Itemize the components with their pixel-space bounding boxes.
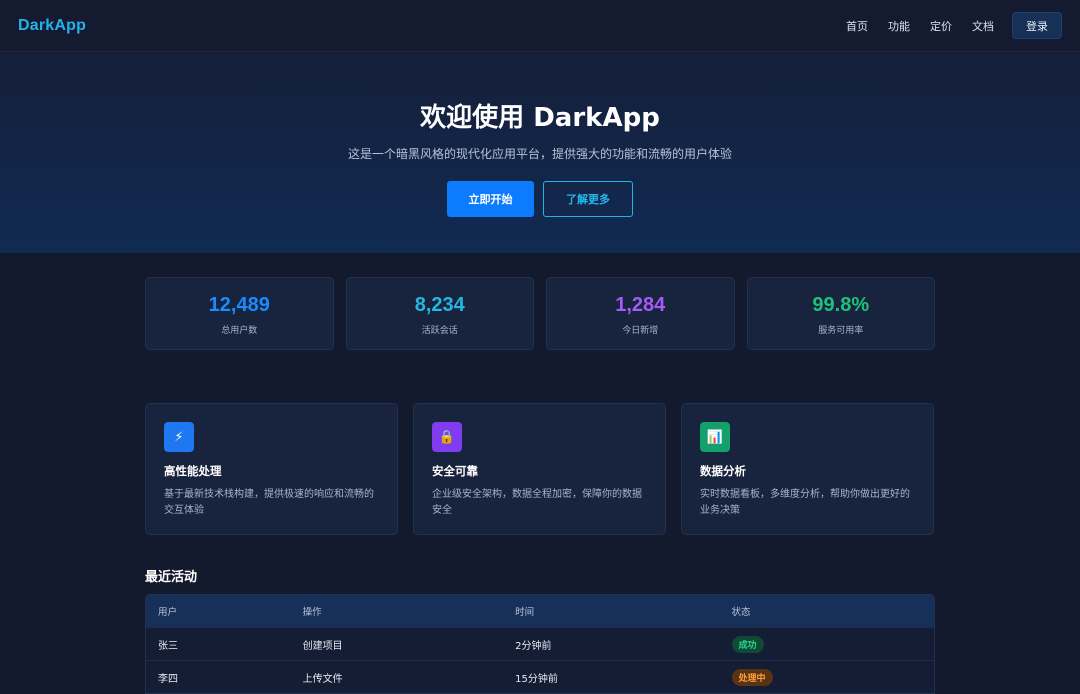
stat-label: 服务可用率 <box>818 326 864 336</box>
cell-status: 成功 <box>720 635 934 653</box>
table-row[interactable]: 张三 创建项目 2分钟前 成功 <box>146 627 934 660</box>
cell-action: 上传文件 <box>302 673 343 685</box>
stats-row: 12,489 总用户数 8,234 活跃会话 1,284 今日新增 99.8% … <box>145 277 935 350</box>
lightning-icon: ⚡ <box>164 422 194 452</box>
column-header-action: 操作 <box>302 607 322 618</box>
nav-link-features[interactable]: 功能 <box>888 18 910 34</box>
nav-link-docs[interactable]: 文档 <box>972 18 994 34</box>
cell-action: 创建项目 <box>302 640 343 652</box>
stat-card-new-today: 1,284 今日新增 <box>546 277 735 350</box>
cell-time: 2分钟前 <box>515 640 552 652</box>
cell-user: 李四 <box>158 673 178 685</box>
feature-title: 安全可靠 <box>432 464 478 478</box>
stat-value: 8,234 <box>414 294 465 316</box>
nav-link-home[interactable]: 首页 <box>846 18 868 34</box>
cell-time: 15分钟前 <box>515 673 558 685</box>
hero-title: 欢迎使用 DarkApp <box>420 103 660 133</box>
lock-icon: 🔒 <box>432 422 462 452</box>
chart-icon: 📊 <box>700 422 730 452</box>
feature-card-security: 🔒 安全可靠 企业级安全架构，数据全程加密，保障你的数据安全 <box>413 403 666 535</box>
stat-card-uptime: 99.8% 服务可用率 <box>746 277 935 350</box>
table-header: 用户 操作 时间 状态 <box>146 595 934 627</box>
status-badge: 成功 <box>731 635 764 653</box>
column-header-time: 时间 <box>515 607 535 618</box>
stat-label: 总用户数 <box>221 326 258 336</box>
stat-card-active-sessions: 8,234 活跃会话 <box>345 277 534 350</box>
features-row: ⚡ 高性能处理 基于最新技术栈构建，提供极速的响应和流畅的交互体验 🔒 安全可靠… <box>145 403 935 535</box>
section-title-recent-activity: 最近活动 <box>145 570 198 585</box>
stat-value: 1,284 <box>615 294 666 316</box>
table-row[interactable]: 李四 上传文件 15分钟前 处理中 <box>146 660 934 693</box>
get-started-button[interactable]: 立即开始 <box>447 181 534 217</box>
column-header-status: 状态 <box>731 607 751 618</box>
cell-status: 处理中 <box>720 668 934 686</box>
hero-subtitle: 这是一个暗黑风格的现代化应用平台，提供强大的功能和流畅的用户体验 <box>347 147 732 161</box>
stat-label: 今日新增 <box>622 326 659 336</box>
feature-title: 数据分析 <box>700 464 746 478</box>
login-button[interactable]: 登录 <box>1012 12 1062 39</box>
stat-label: 活跃会话 <box>421 326 458 336</box>
column-header-user: 用户 <box>158 607 178 618</box>
feature-title: 高性能处理 <box>164 464 222 478</box>
hero-section: 欢迎使用 DarkApp 这是一个暗黑风格的现代化应用平台，提供强大的功能和流畅… <box>0 53 1080 253</box>
cell-user: 张三 <box>158 640 178 652</box>
nav-link-pricing[interactable]: 定价 <box>930 18 952 34</box>
status-badge: 处理中 <box>731 668 773 686</box>
stat-card-total-users: 12,489 总用户数 <box>145 277 334 350</box>
feature-card-analytics: 📊 数据分析 实时数据看板，多维度分析，帮助你做出更好的业务决策 <box>681 403 934 535</box>
feature-description: 实时数据看板，多维度分析，帮助你做出更好的业务决策 <box>700 489 910 516</box>
hero-buttons: 立即开始 了解更多 <box>0 181 1080 217</box>
activity-table: 用户 操作 时间 状态 张三 创建项目 2分钟前 成功 李四 上传文件 15分钟… <box>145 594 935 694</box>
stat-value: 12,489 <box>208 294 270 316</box>
feature-card-performance: ⚡ 高性能处理 基于最新技术栈构建，提供极速的响应和流畅的交互体验 <box>145 403 398 535</box>
top-navbar: DarkApp 首页 功能 定价 文档 登录 <box>0 0 1080 52</box>
nav-links: 首页 功能 定价 文档 登录 <box>826 12 1062 39</box>
brand-logo[interactable]: DarkApp <box>18 17 86 35</box>
feature-description: 企业级安全架构，数据全程加密，保障你的数据安全 <box>432 489 642 516</box>
stat-value: 99.8% <box>812 294 870 316</box>
learn-more-button[interactable]: 了解更多 <box>543 181 633 217</box>
feature-description: 基于最新技术栈构建，提供极速的响应和流畅的交互体验 <box>164 489 374 516</box>
